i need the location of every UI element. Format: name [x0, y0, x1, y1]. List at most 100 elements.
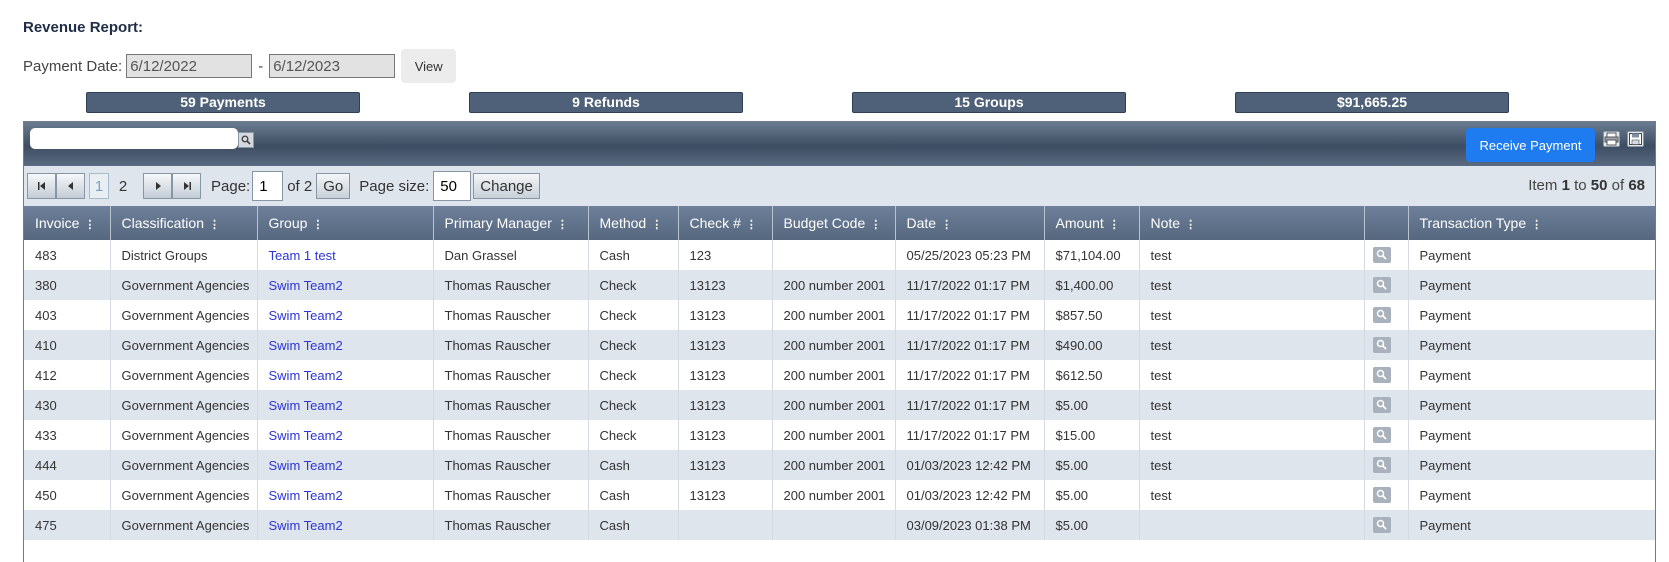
method-cell: Cash [588, 510, 679, 540]
note-cell [1139, 510, 1365, 540]
column-header-check-number[interactable]: Check # ⋮ [678, 206, 773, 240]
groups-count-badge: 15 Groups [852, 92, 1126, 113]
note-cell: test [1139, 270, 1365, 300]
save-icon[interactable] [1627, 131, 1644, 147]
method-cell: Check [588, 390, 679, 420]
search-icon[interactable] [238, 132, 254, 148]
group-link[interactable]: Swim Team2 [257, 420, 434, 450]
page-number-2[interactable]: 2 [113, 173, 133, 199]
report-title: Revenue Report: [23, 19, 144, 36]
table-row[interactable]: 380 Government Agencies Swim Team2 Thomas R… [24, 270, 1655, 300]
column-header-details[interactable] [1364, 206, 1409, 240]
date-cell: 11/17/2022 01:17 PM [895, 330, 1045, 360]
view-details-icon[interactable] [1372, 516, 1391, 533]
table-row[interactable]: 430 Government Agencies Swim Team2 Thomas R… [24, 390, 1655, 420]
transaction-type-cell: Payment [1408, 450, 1655, 480]
go-button[interactable]: Go [316, 173, 351, 199]
column-header-date[interactable]: Date ⋮ [895, 206, 1045, 240]
details-cell [1364, 510, 1409, 540]
view-details-icon[interactable] [1372, 306, 1391, 323]
view-details-icon[interactable] [1372, 486, 1391, 503]
method-cell: Check [588, 330, 679, 360]
column-header-note[interactable]: Note ⋮ [1139, 206, 1365, 240]
amount-cell: $612.50 [1044, 360, 1140, 390]
details-cell [1364, 480, 1409, 510]
grid-search-input[interactable] [30, 128, 238, 149]
group-link[interactable]: Swim Team2 [257, 510, 434, 540]
manager-cell: Thomas Rauscher [433, 300, 589, 330]
view-details-icon[interactable] [1372, 366, 1391, 383]
column-header-amount[interactable]: Amount ⋮ [1044, 206, 1140, 240]
column-header-method[interactable]: Method ⋮ [588, 206, 679, 240]
column-menu-icon[interactable]: ⋮ [1531, 219, 1542, 231]
column-menu-icon[interactable]: ⋮ [651, 219, 662, 231]
page-count-label: of 2 [287, 177, 313, 195]
column-menu-icon[interactable]: ⋮ [941, 219, 952, 231]
table-row[interactable]: 475 Government Agencies Swim Team2 Thomas R… [24, 510, 1655, 540]
column-header-label: Check # [689, 215, 741, 231]
page-number-input[interactable] [252, 171, 284, 201]
column-header-group[interactable]: Group ⋮ [257, 206, 434, 240]
column-header-label: Invoice [35, 215, 80, 231]
view-details-icon[interactable] [1372, 396, 1391, 413]
group-link[interactable]: Team 1 test [257, 240, 434, 270]
transaction-type-cell: Payment [1408, 270, 1655, 300]
method-cell: Cash [588, 450, 679, 480]
group-link[interactable]: Swim Team2 [257, 300, 434, 330]
column-header-classification[interactable]: Classification ⋮ [110, 206, 258, 240]
amount-cell: $71,104.00 [1044, 240, 1140, 270]
first-page-icon[interactable] [27, 173, 56, 199]
amount-cell: $5.00 [1044, 480, 1140, 510]
last-page-icon[interactable] [172, 173, 201, 199]
column-header-invoice[interactable]: Invoice ⋮ [24, 206, 111, 240]
group-link[interactable]: Swim Team2 [257, 270, 434, 300]
group-link[interactable]: Swim Team2 [257, 330, 434, 360]
column-menu-icon[interactable]: ⋮ [1185, 219, 1196, 231]
view-details-icon[interactable] [1372, 456, 1391, 473]
column-menu-icon[interactable]: ⋮ [209, 219, 220, 231]
group-link[interactable]: Swim Team2 [257, 360, 434, 390]
table-row[interactable]: 450 Government Agencies Swim Team2 Thomas R… [24, 480, 1655, 510]
column-header-primary-manager[interactable]: Primary Manager ⋮ [433, 206, 589, 240]
table-row[interactable]: 403 Government Agencies Swim Team2 Thomas R… [24, 300, 1655, 330]
view-details-icon[interactable] [1372, 426, 1391, 443]
table-row[interactable]: 444 Government Agencies Swim Team2 Thomas R… [24, 450, 1655, 480]
column-header-budget-code[interactable]: Budget Code ⋮ [772, 206, 896, 240]
manager-cell: Thomas Rauscher [433, 480, 589, 510]
group-link[interactable]: Swim Team2 [257, 390, 434, 420]
view-button[interactable]: View [401, 49, 457, 83]
table-row[interactable]: 483 District Groups Team 1 test Dan Grassel… [24, 240, 1655, 270]
invoice-cell: 410 [24, 330, 111, 360]
amount-cell: $5.00 [1044, 450, 1140, 480]
next-page-icon[interactable] [143, 173, 172, 199]
column-header-transaction-type[interactable]: Transaction Type ⋮ [1408, 206, 1655, 240]
page-number-current[interactable]: 1 [89, 173, 109, 199]
print-icon[interactable] [1603, 131, 1620, 147]
check-number-cell: 123 [678, 240, 773, 270]
table-row[interactable]: 410 Government Agencies Swim Team2 Thomas R… [24, 330, 1655, 360]
column-menu-icon[interactable]: ⋮ [1109, 219, 1120, 231]
method-cell: Cash [588, 240, 679, 270]
prev-page-icon[interactable] [56, 173, 85, 199]
date-cell: 11/17/2022 01:17 PM [895, 360, 1045, 390]
group-link[interactable]: Swim Team2 [257, 450, 434, 480]
table-row[interactable]: 412 Government Agencies Swim Team2 Thomas R… [24, 360, 1655, 390]
table-row[interactable]: 433 Government Agencies Swim Team2 Thomas R… [24, 420, 1655, 450]
column-menu-icon[interactable]: ⋮ [557, 219, 568, 231]
page-size-input[interactable] [433, 171, 472, 201]
column-menu-icon[interactable]: ⋮ [84, 219, 95, 231]
date-to-input[interactable] [269, 54, 396, 78]
group-link[interactable]: Swim Team2 [257, 480, 434, 510]
check-number-cell: 13123 [678, 300, 773, 330]
view-details-icon[interactable] [1372, 246, 1391, 263]
amount-cell: $5.00 [1044, 510, 1140, 540]
view-details-icon[interactable] [1372, 336, 1391, 353]
column-menu-icon[interactable]: ⋮ [312, 219, 323, 231]
change-button[interactable]: Change [473, 173, 540, 199]
column-menu-icon[interactable]: ⋮ [870, 219, 881, 231]
view-details-icon[interactable] [1372, 276, 1391, 293]
date-from-input[interactable] [126, 54, 253, 78]
date-cell: 03/09/2023 01:38 PM [895, 510, 1045, 540]
receive-payment-button[interactable]: Receive Payment [1466, 128, 1595, 162]
column-menu-icon[interactable]: ⋮ [746, 219, 757, 231]
